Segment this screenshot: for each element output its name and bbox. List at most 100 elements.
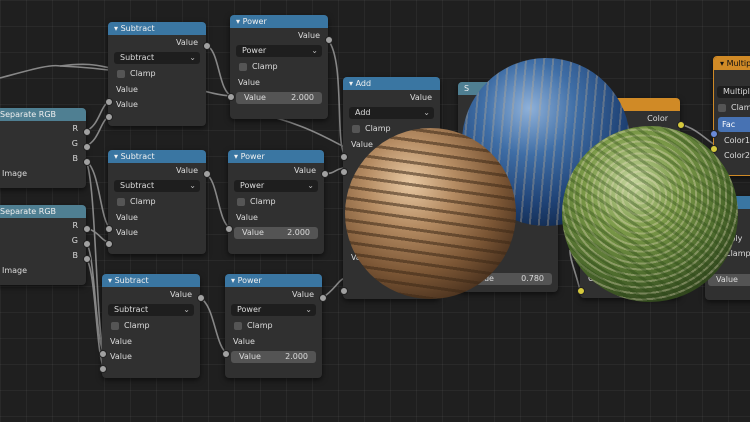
output-value: Value <box>292 290 314 299</box>
power-node[interactable]: ▾ Power Value Power ⌄ Clamp Value Value 2.… <box>228 150 324 254</box>
input-value: Value <box>110 352 132 361</box>
socket[interactable] <box>321 170 329 178</box>
operation-dropdown[interactable]: Power ⌄ <box>236 45 322 57</box>
operation-dropdown[interactable]: Power ⌄ <box>234 180 318 192</box>
socket[interactable] <box>340 168 348 176</box>
power-node[interactable]: ▾ Power Value Power ⌄ Clamp Value Value 2.… <box>225 274 322 378</box>
socket[interactable] <box>325 36 333 44</box>
output-value: Value <box>170 290 192 299</box>
exponent-field[interactable]: Value 2.000 <box>231 351 316 363</box>
input-image: Image <box>2 169 28 178</box>
clamp-checkbox[interactable]: Clamp <box>108 194 206 210</box>
input-value: Value <box>116 228 138 237</box>
socket[interactable] <box>83 225 91 233</box>
input-value: Value <box>236 213 258 222</box>
clamp-checkbox[interactable]: Clamp <box>230 59 328 75</box>
socket[interactable] <box>83 240 91 248</box>
socket[interactable] <box>222 350 230 358</box>
socket[interactable] <box>83 255 91 263</box>
checkbox-icon <box>718 104 726 112</box>
subtract-node[interactable]: ▾ Subtract Value Subtract ⌄ Clamp Value V… <box>108 150 206 254</box>
chevron-down-icon: ⌄ <box>311 46 318 55</box>
node-editor-canvas[interactable]: Separate RGB R G B Image Separate RGB R … <box>0 0 750 422</box>
socket[interactable] <box>340 287 348 295</box>
socket[interactable] <box>83 143 91 151</box>
separate-rgb-node[interactable]: Separate RGB R G B Image <box>0 205 86 285</box>
chevron-down-icon: ⌄ <box>305 305 312 314</box>
blend-mode-dropdown[interactable]: Multiply <box>717 86 750 98</box>
socket[interactable] <box>105 113 113 121</box>
input-value: Value <box>238 78 260 87</box>
chevron-down-icon: ⌄ <box>189 181 196 190</box>
output-r: R <box>72 221 78 230</box>
operation-dropdown[interactable]: Power ⌄ <box>231 304 316 316</box>
socket[interactable] <box>319 294 327 302</box>
wire <box>199 297 229 355</box>
node-title: Multiply <box>726 59 750 68</box>
checkbox-icon <box>239 63 247 71</box>
clamp-checkbox[interactable]: Clamp <box>225 318 322 334</box>
operation-dropdown[interactable]: Subtract ⌄ <box>114 180 200 192</box>
socket[interactable] <box>105 98 113 106</box>
output-g: G <box>71 139 78 148</box>
node-title: Power <box>237 276 262 285</box>
output-g: G <box>71 236 78 245</box>
input-value: Value <box>116 213 138 222</box>
separate-rgb-node[interactable]: Separate RGB R G B Image <box>0 108 86 188</box>
checkbox-icon <box>117 70 125 78</box>
socket[interactable] <box>203 170 211 178</box>
value-field[interactable]: Value <box>708 274 750 286</box>
socket[interactable] <box>105 240 113 248</box>
socket[interactable] <box>83 158 91 166</box>
chevron-down-icon: ⌄ <box>307 181 314 190</box>
exponent-field[interactable]: Value 2.000 <box>236 92 322 104</box>
subtract-node[interactable]: ▾ Subtract Value Subtract ⌄ Clamp Value V… <box>108 22 206 126</box>
input-value: Value <box>116 100 138 109</box>
clamp-checkbox[interactable]: Clamp <box>102 318 200 334</box>
node-title: Separate RGB <box>0 205 86 218</box>
exponent-field[interactable]: Value 2.000 <box>234 227 318 239</box>
input-color1: Color1 <box>724 136 750 145</box>
socket[interactable] <box>710 130 718 138</box>
node-title: Power <box>240 152 265 161</box>
checkbox-icon <box>237 198 245 206</box>
socket[interactable] <box>99 365 107 373</box>
output-value: Value <box>176 166 198 175</box>
clamp-checkbox[interactable]: Clamp <box>108 66 206 82</box>
checkbox-icon <box>117 198 125 206</box>
clamp-checkbox[interactable]: Clamp <box>714 100 750 116</box>
power-node[interactable]: ▾ Power Value Power ⌄ Clamp Value Value 2.… <box>230 15 328 119</box>
wood-material-sphere <box>345 128 516 299</box>
socket[interactable] <box>227 93 235 101</box>
input-value: Value <box>233 337 255 346</box>
output-b: B <box>72 154 79 163</box>
socket[interactable] <box>203 42 211 50</box>
moss-texture-overlay <box>562 126 738 302</box>
operation-dropdown[interactable]: Subtract ⌄ <box>114 52 200 64</box>
checkbox-icon <box>352 125 360 133</box>
node-title: Subtract <box>120 24 155 33</box>
socket[interactable] <box>677 121 685 129</box>
node-title: Subtract <box>114 276 149 285</box>
subtract-node[interactable]: ▾ Subtract Value Subtract ⌄ Clamp Value V… <box>102 274 200 378</box>
input-image: Image <box>2 266 28 275</box>
operation-dropdown[interactable]: Add ⌄ <box>349 107 434 119</box>
input-fac[interactable]: Fac <box>718 117 750 132</box>
node-title: Subtract <box>120 152 155 161</box>
chevron-down-icon: ⌄ <box>189 53 196 62</box>
socket[interactable] <box>83 128 91 136</box>
socket[interactable] <box>105 225 113 233</box>
clamp-checkbox[interactable]: Clamp <box>228 194 324 210</box>
output-r: R <box>72 124 78 133</box>
socket[interactable] <box>340 153 348 161</box>
socket[interactable] <box>577 287 585 295</box>
socket[interactable] <box>225 225 233 233</box>
node-title: Separate RGB <box>0 108 86 121</box>
operation-dropdown[interactable]: Subtract ⌄ <box>108 304 194 316</box>
socket[interactable] <box>197 294 205 302</box>
checkbox-icon <box>234 322 242 330</box>
output-value: Value <box>410 93 432 102</box>
chevron-down-icon: ⌄ <box>183 305 190 314</box>
output-value: Value <box>294 166 316 175</box>
socket[interactable] <box>99 350 107 358</box>
